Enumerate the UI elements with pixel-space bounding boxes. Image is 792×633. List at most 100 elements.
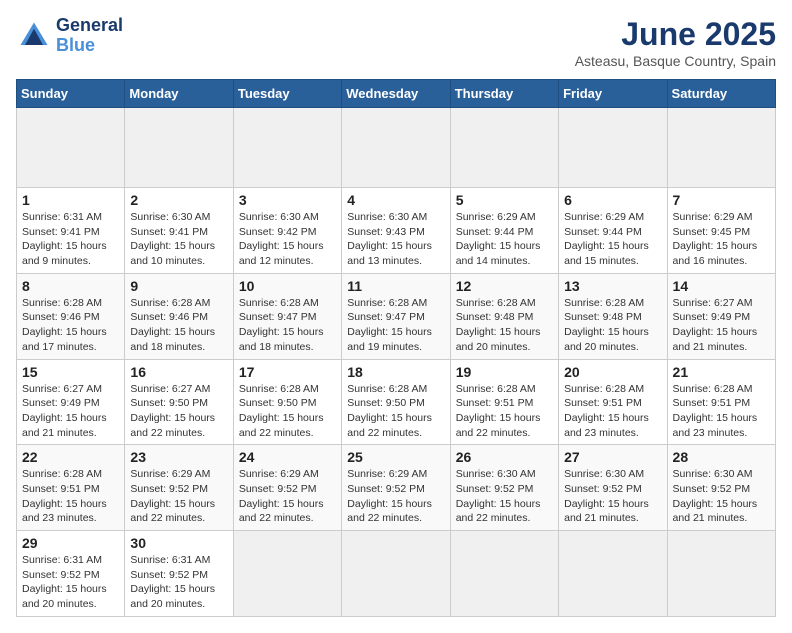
calendar-cell: 16 Sunrise: 6:27 AMSunset: 9:50 PMDaylig… — [125, 359, 233, 445]
day-info: Sunrise: 6:29 AMSunset: 9:52 PMDaylight:… — [239, 468, 324, 524]
day-number: 7 — [673, 192, 770, 208]
calendar-cell: 27 Sunrise: 6:30 AMSunset: 9:52 PMDaylig… — [559, 445, 667, 531]
calendar-cell: 22 Sunrise: 6:28 AMSunset: 9:51 PMDaylig… — [17, 445, 125, 531]
calendar-cell: 10 Sunrise: 6:28 AMSunset: 9:47 PMDaylig… — [233, 273, 341, 359]
day-info: Sunrise: 6:28 AMSunset: 9:51 PMDaylight:… — [456, 383, 541, 439]
day-number: 8 — [22, 278, 119, 294]
calendar-cell: 20 Sunrise: 6:28 AMSunset: 9:51 PMDaylig… — [559, 359, 667, 445]
location-subtitle: Asteasu, Basque Country, Spain — [575, 53, 776, 69]
header-tuesday: Tuesday — [233, 80, 341, 108]
day-info: Sunrise: 6:28 AMSunset: 9:48 PMDaylight:… — [564, 297, 649, 353]
day-number: 2 — [130, 192, 227, 208]
day-info: Sunrise: 6:29 AMSunset: 9:52 PMDaylight:… — [130, 468, 215, 524]
calendar-week-2: 8 Sunrise: 6:28 AMSunset: 9:46 PMDayligh… — [17, 273, 776, 359]
day-number: 3 — [239, 192, 336, 208]
day-number: 24 — [239, 449, 336, 465]
header-friday: Friday — [559, 80, 667, 108]
day-info: Sunrise: 6:28 AMSunset: 9:50 PMDaylight:… — [239, 383, 324, 439]
header-saturday: Saturday — [667, 80, 775, 108]
day-number: 6 — [564, 192, 661, 208]
day-info: Sunrise: 6:28 AMSunset: 9:51 PMDaylight:… — [22, 468, 107, 524]
day-info: Sunrise: 6:28 AMSunset: 9:46 PMDaylight:… — [22, 297, 107, 353]
logo-text: General Blue — [56, 16, 123, 56]
calendar-cell: 9 Sunrise: 6:28 AMSunset: 9:46 PMDayligh… — [125, 273, 233, 359]
day-number: 17 — [239, 364, 336, 380]
calendar-cell: 30 Sunrise: 6:31 AMSunset: 9:52 PMDaylig… — [125, 531, 233, 617]
calendar-week-0 — [17, 108, 776, 188]
calendar-cell: 12 Sunrise: 6:28 AMSunset: 9:48 PMDaylig… — [450, 273, 558, 359]
day-info: Sunrise: 6:28 AMSunset: 9:51 PMDaylight:… — [673, 383, 758, 439]
header-thursday: Thursday — [450, 80, 558, 108]
day-number: 9 — [130, 278, 227, 294]
calendar-cell — [450, 108, 558, 188]
day-info: Sunrise: 6:29 AMSunset: 9:52 PMDaylight:… — [347, 468, 432, 524]
day-info: Sunrise: 6:30 AMSunset: 9:43 PMDaylight:… — [347, 211, 432, 267]
calendar-cell — [450, 531, 558, 617]
calendar-week-3: 15 Sunrise: 6:27 AMSunset: 9:49 PMDaylig… — [17, 359, 776, 445]
calendar-cell — [342, 108, 450, 188]
day-number: 10 — [239, 278, 336, 294]
calendar-cell: 24 Sunrise: 6:29 AMSunset: 9:52 PMDaylig… — [233, 445, 341, 531]
calendar-cell: 13 Sunrise: 6:28 AMSunset: 9:48 PMDaylig… — [559, 273, 667, 359]
day-info: Sunrise: 6:27 AMSunset: 9:50 PMDaylight:… — [130, 383, 215, 439]
calendar-cell: 15 Sunrise: 6:27 AMSunset: 9:49 PMDaylig… — [17, 359, 125, 445]
calendar-cell: 14 Sunrise: 6:27 AMSunset: 9:49 PMDaylig… — [667, 273, 775, 359]
calendar-cell: 29 Sunrise: 6:31 AMSunset: 9:52 PMDaylig… — [17, 531, 125, 617]
day-number: 12 — [456, 278, 553, 294]
day-number: 26 — [456, 449, 553, 465]
calendar-cell — [233, 531, 341, 617]
calendar-cell: 2 Sunrise: 6:30 AMSunset: 9:41 PMDayligh… — [125, 188, 233, 274]
header-wednesday: Wednesday — [342, 80, 450, 108]
day-number: 21 — [673, 364, 770, 380]
day-info: Sunrise: 6:28 AMSunset: 9:46 PMDaylight:… — [130, 297, 215, 353]
calendar-cell: 8 Sunrise: 6:28 AMSunset: 9:46 PMDayligh… — [17, 273, 125, 359]
calendar-week-4: 22 Sunrise: 6:28 AMSunset: 9:51 PMDaylig… — [17, 445, 776, 531]
calendar-cell — [559, 108, 667, 188]
calendar-cell: 28 Sunrise: 6:30 AMSunset: 9:52 PMDaylig… — [667, 445, 775, 531]
header: General Blue June 2025 Asteasu, Basque C… — [16, 16, 776, 69]
day-number: 11 — [347, 278, 444, 294]
header-sunday: Sunday — [17, 80, 125, 108]
calendar-cell: 6 Sunrise: 6:29 AMSunset: 9:44 PMDayligh… — [559, 188, 667, 274]
calendar-cell — [233, 108, 341, 188]
day-info: Sunrise: 6:28 AMSunset: 9:47 PMDaylight:… — [239, 297, 324, 353]
day-info: Sunrise: 6:31 AMSunset: 9:41 PMDaylight:… — [22, 211, 107, 267]
day-number: 5 — [456, 192, 553, 208]
day-number: 27 — [564, 449, 661, 465]
day-info: Sunrise: 6:29 AMSunset: 9:44 PMDaylight:… — [456, 211, 541, 267]
day-info: Sunrise: 6:28 AMSunset: 9:50 PMDaylight:… — [347, 383, 432, 439]
calendar-cell: 7 Sunrise: 6:29 AMSunset: 9:45 PMDayligh… — [667, 188, 775, 274]
day-number: 30 — [130, 535, 227, 551]
day-number: 20 — [564, 364, 661, 380]
day-info: Sunrise: 6:31 AMSunset: 9:52 PMDaylight:… — [130, 554, 215, 610]
calendar-cell: 17 Sunrise: 6:28 AMSunset: 9:50 PMDaylig… — [233, 359, 341, 445]
calendar-cell — [667, 531, 775, 617]
calendar-cell — [559, 531, 667, 617]
calendar-week-5: 29 Sunrise: 6:31 AMSunset: 9:52 PMDaylig… — [17, 531, 776, 617]
calendar-cell: 21 Sunrise: 6:28 AMSunset: 9:51 PMDaylig… — [667, 359, 775, 445]
day-info: Sunrise: 6:29 AMSunset: 9:44 PMDaylight:… — [564, 211, 649, 267]
calendar-cell: 19 Sunrise: 6:28 AMSunset: 9:51 PMDaylig… — [450, 359, 558, 445]
day-number: 22 — [22, 449, 119, 465]
calendar-cell: 26 Sunrise: 6:30 AMSunset: 9:52 PMDaylig… — [450, 445, 558, 531]
calendar-cell — [17, 108, 125, 188]
day-info: Sunrise: 6:31 AMSunset: 9:52 PMDaylight:… — [22, 554, 107, 610]
day-number: 15 — [22, 364, 119, 380]
calendar-cell: 5 Sunrise: 6:29 AMSunset: 9:44 PMDayligh… — [450, 188, 558, 274]
day-number: 1 — [22, 192, 119, 208]
day-info: Sunrise: 6:29 AMSunset: 9:45 PMDaylight:… — [673, 211, 758, 267]
day-info: Sunrise: 6:30 AMSunset: 9:41 PMDaylight:… — [130, 211, 215, 267]
header-monday: Monday — [125, 80, 233, 108]
day-number: 29 — [22, 535, 119, 551]
calendar-cell — [667, 108, 775, 188]
day-number: 14 — [673, 278, 770, 294]
day-info: Sunrise: 6:30 AMSunset: 9:52 PMDaylight:… — [456, 468, 541, 524]
day-number: 23 — [130, 449, 227, 465]
day-info: Sunrise: 6:28 AMSunset: 9:47 PMDaylight:… — [347, 297, 432, 353]
logo-icon — [16, 18, 52, 54]
calendar-week-1: 1 Sunrise: 6:31 AMSunset: 9:41 PMDayligh… — [17, 188, 776, 274]
day-info: Sunrise: 6:28 AMSunset: 9:51 PMDaylight:… — [564, 383, 649, 439]
day-number: 25 — [347, 449, 444, 465]
calendar-cell: 11 Sunrise: 6:28 AMSunset: 9:47 PMDaylig… — [342, 273, 450, 359]
calendar-cell — [125, 108, 233, 188]
